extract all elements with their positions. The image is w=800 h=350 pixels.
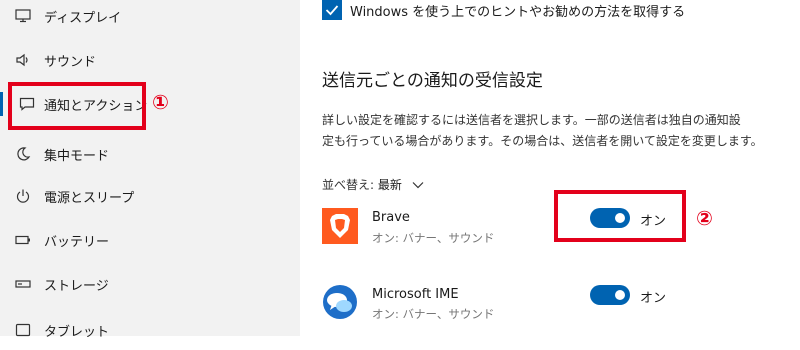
section-description-line-2: 定も行っている場合があります。その場合は、送信者を開いて設定を変更します。 [322, 134, 763, 148]
sort-value: 最新 [377, 178, 402, 192]
toggle-knob [615, 290, 625, 300]
sidebar-item-focus[interactable]: 集中モード [0, 134, 300, 174]
sidebar-item-label: ディスプレイ [44, 10, 122, 26]
microsoft-ime-app-icon [322, 284, 358, 320]
sidebar-item-storage[interactable]: ストレージ [0, 264, 300, 304]
callout-number-2: ② [696, 206, 713, 230]
toggle-state-label: オン [640, 291, 667, 306]
notifications-settings-panel: Windows を使う上でのヒントやお勧めの方法を取得する 送信元ごとの通知の受… [300, 0, 800, 336]
focus-moon-icon [14, 145, 32, 163]
sidebar-item-tablet[interactable]: タブレット [0, 310, 300, 350]
sidebar-item-label: 電源とスリープ [44, 190, 135, 206]
sidebar-item-label: タブレット [44, 324, 110, 340]
storage-icon [14, 275, 32, 293]
microsoft-ime-notification-toggle[interactable] [590, 285, 630, 305]
settings-sidebar: ディスプレイ サウンド 通知とアクション 集中モード 電源とスリープ バッテリー [0, 0, 300, 340]
highlight-box-2 [554, 190, 686, 242]
sidebar-item-label: 集中モード [44, 148, 110, 164]
sidebar-item-label: ストレージ [44, 278, 109, 294]
sound-icon [14, 51, 32, 69]
display-icon [14, 7, 32, 25]
highlight-box-1 [8, 82, 146, 130]
sidebar-item-power[interactable]: 電源とスリープ [0, 176, 300, 216]
app-name: Brave [372, 210, 410, 225]
app-subtitle: オン: バナー、サウンド [372, 231, 495, 245]
section-title: 送信元ごとの通知の受信設定 [322, 71, 543, 91]
sidebar-item-battery[interactable]: バッテリー [0, 220, 300, 260]
app-name: Microsoft IME [372, 287, 459, 302]
sidebar-item-sound[interactable]: サウンド [0, 40, 300, 80]
sidebar-item-display[interactable]: ディスプレイ [0, 0, 300, 36]
sort-label: 並べ替え: [322, 178, 375, 192]
callout-number-1: ① [152, 90, 169, 114]
tablet-icon [14, 321, 32, 339]
checkmark-icon [325, 5, 339, 16]
sidebar-item-label: サウンド [44, 54, 97, 70]
section-description-line-1: 詳しい設定を確認するには送信者を選択します。一部の送信者は独自の通知設 [322, 113, 741, 127]
sidebar-item-label: バッテリー [44, 234, 110, 250]
tips-checkbox[interactable] [322, 0, 342, 20]
battery-icon [14, 231, 32, 249]
power-icon [14, 187, 32, 205]
sort-dropdown[interactable]: 並べ替え: 最新 [322, 176, 424, 193]
brave-app-icon [322, 208, 358, 244]
selection-indicator [0, 92, 3, 116]
chevron-down-icon [412, 182, 424, 189]
app-subtitle: オン: バナー、サウンド [372, 307, 495, 321]
tips-checkbox-label: Windows を使う上でのヒントやお勧めの方法を取得する [350, 5, 686, 20]
